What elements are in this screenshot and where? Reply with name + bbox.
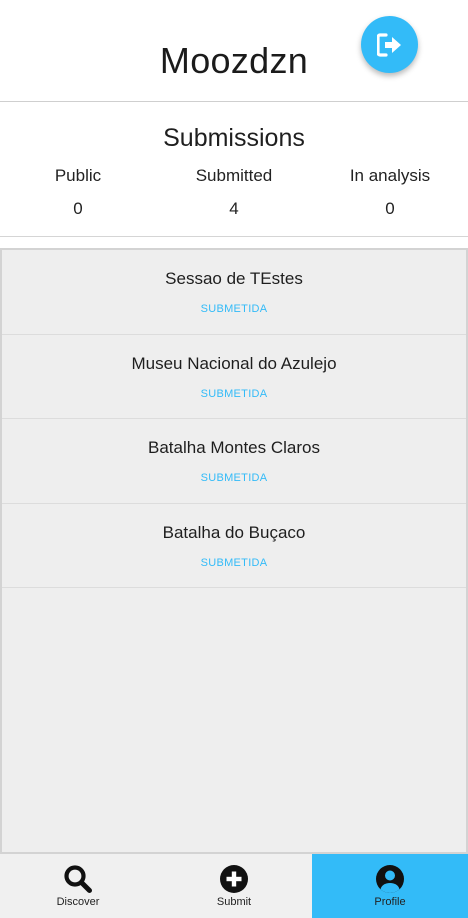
stat-public: Public 0 [0, 166, 156, 219]
stat-label: Submitted [195, 166, 273, 185]
submission-name: Batalha Montes Claros [148, 438, 320, 457]
stat-in-analysis: In analysis 0 [312, 166, 468, 219]
list-item[interactable]: Batalha do Buçaco SUBMETIDA [2, 504, 466, 588]
tab-label: Submit [216, 896, 252, 908]
tab-submit[interactable]: Submit [156, 854, 312, 918]
submission-name: Museu Nacional do Azulejo [131, 353, 337, 373]
user-circle-icon [375, 864, 405, 894]
search-icon [63, 864, 93, 894]
stat-value: 4 [229, 199, 239, 218]
tab-profile[interactable]: Profile [312, 854, 468, 918]
submissions-title: Submissions [163, 124, 305, 152]
submission-status: SUBMETIDA [200, 387, 268, 400]
list-item[interactable]: Museu Nacional do Azulejo SUBMETIDA [2, 335, 466, 419]
header: Moozdzn [0, 0, 468, 102]
tab-discover[interactable]: Discover [0, 854, 156, 918]
submission-status: SUBMETIDA [200, 556, 268, 569]
list-item[interactable]: Batalha Montes Claros SUBMETIDA [2, 419, 466, 504]
plus-circle-icon [219, 864, 249, 894]
stat-value: 0 [73, 199, 83, 218]
logout-icon [376, 32, 401, 57]
bottom-tab-bar: Discover Submit Profile [0, 854, 468, 918]
stat-value: 0 [385, 199, 395, 218]
submissions-summary: Submissions Public 0 Submitted 4 In anal… [0, 103, 468, 237]
submission-status: SUBMETIDA [200, 472, 268, 484]
tab-label: Discover [56, 896, 100, 908]
stat-label: In analysis [349, 166, 431, 185]
submission-status: SUBMETIDA [200, 303, 268, 315]
stat-submitted: Submitted 4 [156, 166, 312, 219]
list-item[interactable]: Sessao de TEstes SUBMETIDA [2, 250, 466, 335]
submission-name: Sessao de TEstes [165, 269, 303, 288]
stat-label: Public [54, 166, 102, 185]
logout-button[interactable] [361, 16, 418, 73]
submission-name: Batalha do Buçaco [162, 522, 306, 542]
submission-list[interactable]: Sessao de TEstes SUBMETIDA Museu Naciona… [0, 248, 468, 854]
tab-label: Profile [374, 896, 406, 908]
